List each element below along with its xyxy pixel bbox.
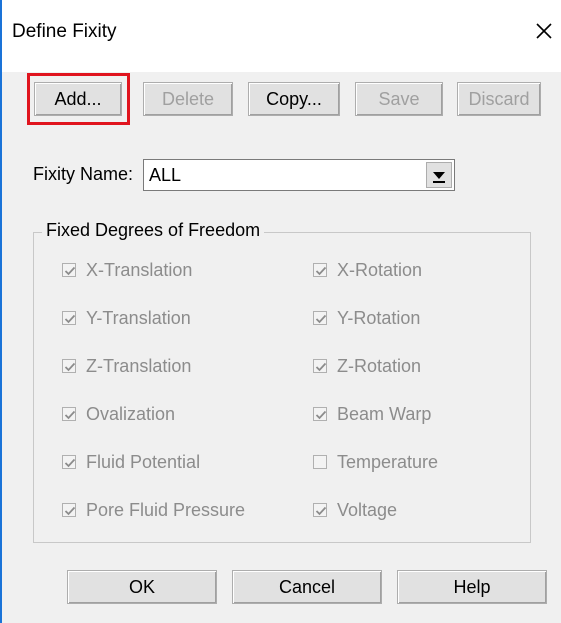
close-icon <box>536 23 552 39</box>
window-left-edge <box>0 0 2 623</box>
save-button[interactable]: Save <box>355 82 443 116</box>
checkbox-label: Voltage <box>337 499 398 520</box>
checkbox-checked-icon[interactable] <box>313 407 327 421</box>
checkbox-label: Y-Rotation <box>337 307 421 328</box>
checkbox-checked-icon[interactable] <box>62 359 76 373</box>
chevron-down-icon <box>433 172 445 183</box>
fixity-name-label: Fixity Name: <box>33 164 134 184</box>
add-button-highlight <box>27 73 130 125</box>
checkbox-checked-icon[interactable] <box>313 311 327 325</box>
checkbox-checked-icon[interactable] <box>62 455 76 469</box>
checkbox-checked-icon[interactable] <box>62 263 76 277</box>
checkbox-label: Pore Fluid Pressure <box>86 499 246 520</box>
checkbox-checked-icon[interactable] <box>313 503 327 517</box>
dialog-title: Define Fixity <box>12 21 117 42</box>
help-button[interactable]: Help <box>397 570 547 604</box>
checkbox-z-rotation[interactable]: Z-Rotation <box>313 355 421 377</box>
checkbox-label: Fluid Potential <box>86 451 201 472</box>
fixity-name-value: ALL <box>149 165 182 185</box>
checkbox-checked-icon[interactable] <box>62 311 76 325</box>
checkbox-checked-icon[interactable] <box>62 407 76 421</box>
checkbox-z-translation[interactable]: Z-Translation <box>62 355 191 377</box>
fixed-dof-group-title: Fixed Degrees of Freedom <box>42 220 265 241</box>
checkbox-label: Z-Translation <box>86 355 192 376</box>
checkbox-checked-icon[interactable] <box>62 503 76 517</box>
checkbox-y-rotation[interactable]: Y-Rotation <box>313 307 420 329</box>
checkbox-unchecked-icon[interactable] <box>313 455 327 469</box>
checkbox-y-translation[interactable]: Y-Translation <box>62 307 191 329</box>
checkbox-fluid-potential[interactable]: Fluid Potential <box>62 451 200 473</box>
ok-button[interactable]: OK <box>67 570 217 604</box>
checkbox-label: Ovalization <box>86 403 176 424</box>
checkbox-label: Y-Translation <box>86 307 191 328</box>
close-button[interactable] <box>527 14 561 48</box>
checkbox-voltage[interactable]: Voltage <box>313 499 397 521</box>
checkbox-checked-icon[interactable] <box>313 263 327 277</box>
checkbox-label: Z-Rotation <box>337 355 422 376</box>
fixity-name-select[interactable]: ALL <box>143 159 455 191</box>
checkbox-label: X-Rotation <box>337 259 423 280</box>
checkbox-label: X-Translation <box>86 259 193 280</box>
delete-button[interactable]: Delete <box>143 82 233 116</box>
checkbox-checked-icon[interactable] <box>313 359 327 373</box>
checkbox-label: Beam Warp <box>337 403 432 424</box>
checkbox-x-translation[interactable]: X-Translation <box>62 259 192 281</box>
checkbox-ovalization[interactable]: Ovalization <box>62 403 175 425</box>
checkbox-beam-warp[interactable]: Beam Warp <box>313 403 431 425</box>
checkbox-label: Temperature <box>337 451 439 472</box>
checkbox-x-rotation[interactable]: X-Rotation <box>313 259 422 281</box>
copy-button[interactable]: Copy... <box>248 82 340 116</box>
cancel-button[interactable]: Cancel <box>232 570 382 604</box>
checkbox-pore-fluid-pressure[interactable]: Pore Fluid Pressure <box>62 499 245 521</box>
checkbox-temperature[interactable]: Temperature <box>313 451 438 473</box>
dropdown-button[interactable] <box>426 162 452 188</box>
discard-button[interactable]: Discard <box>457 82 541 116</box>
